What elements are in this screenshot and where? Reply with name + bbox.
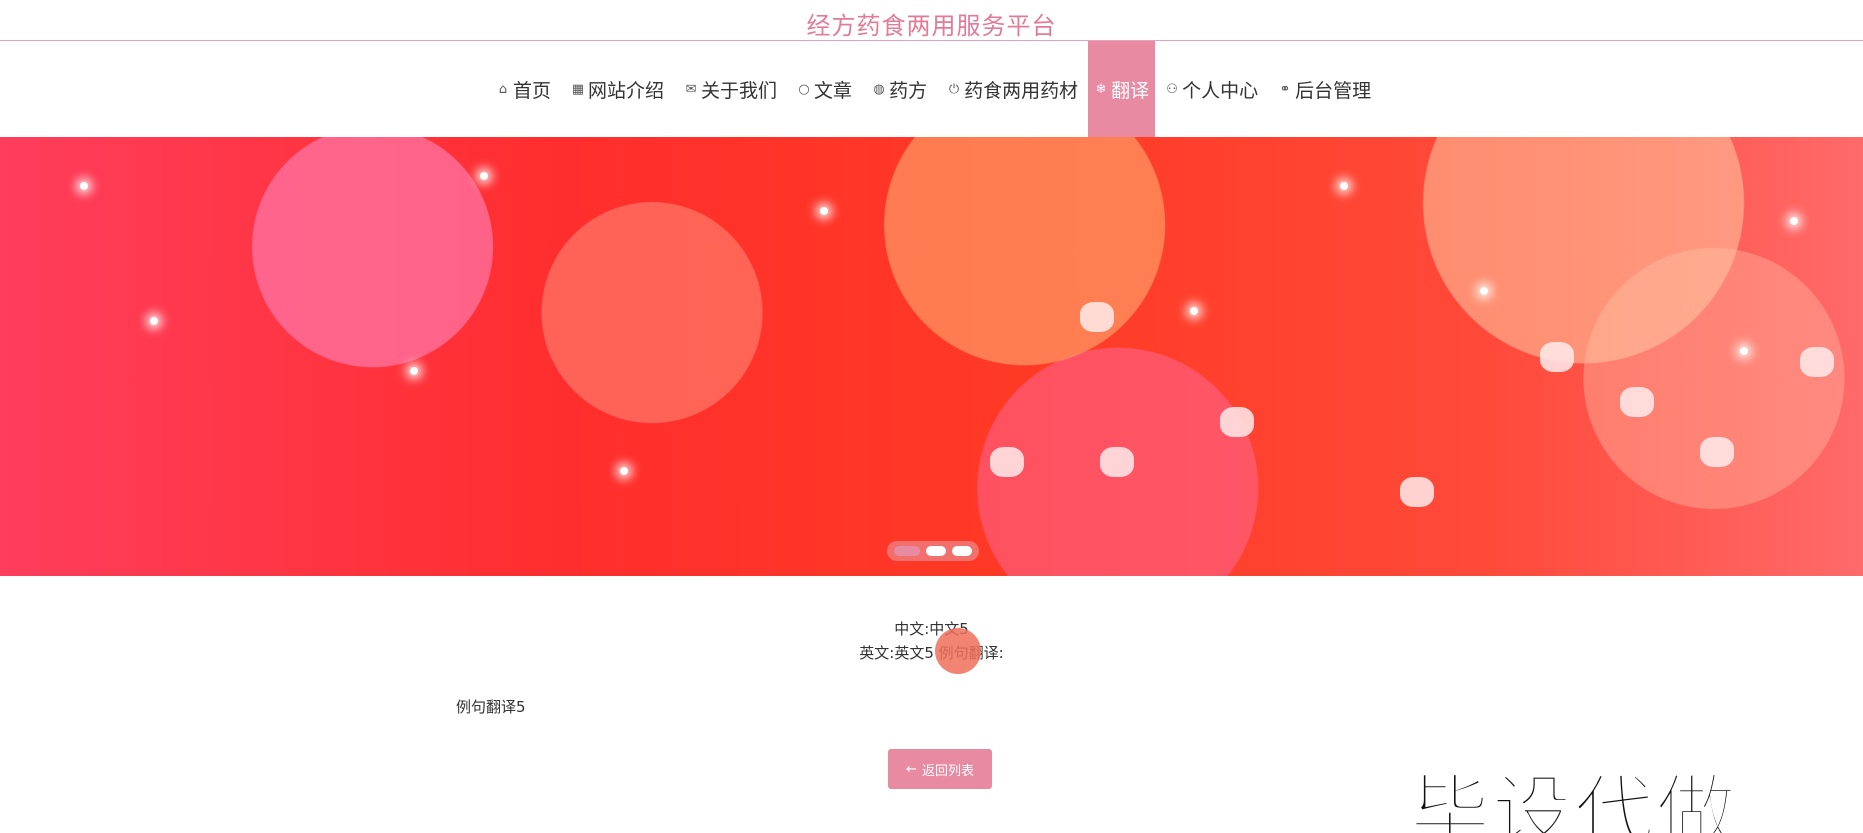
main-nav: ⌂ 首页 ▦ 网站介绍 ✉ 关于我们 ○ 文章 ◍ 药方 ⏻ 药食两用药材 ❄ …: [0, 41, 1863, 137]
bokeh-decoration: [1620, 387, 1654, 417]
nav-item-label: 关于我们: [701, 79, 778, 102]
back-to-list-button[interactable]: ← 返回列表: [888, 749, 992, 789]
user-icon: ⚇: [1166, 81, 1178, 97]
sparkle-decoration: [820, 207, 828, 215]
nav-item-about-us[interactable]: ✉ 关于我们: [674, 41, 787, 137]
globe-icon: ◍: [873, 81, 885, 97]
nav-item-prescriptions[interactable]: ◍ 药方: [862, 41, 937, 137]
back-button-label: 返回列表: [921, 763, 974, 779]
nav-item-label: 翻译: [1111, 79, 1150, 102]
nav-list: ⌂ 首页 ▦ 网站介绍 ✉ 关于我们 ○ 文章 ◍ 药方 ⏻ 药食两用药材 ❄ …: [486, 41, 1381, 137]
home-icon: ⌂: [498, 81, 508, 97]
site-header: 经方药食两用服务平台: [0, 0, 1863, 41]
sparkle-decoration: [1740, 347, 1748, 355]
nav-item-label: 后台管理: [1295, 79, 1372, 102]
bokeh-decoration: [1220, 407, 1254, 437]
chinese-field: 中文:中文5: [894, 620, 969, 638]
sparkle-decoration: [1480, 287, 1488, 295]
sparkle-decoration: [1790, 217, 1798, 225]
watermark-text: 毕设代做: [1409, 765, 1738, 833]
nav-item-label: 首页: [513, 79, 552, 102]
sparkle-decoration: [410, 367, 418, 375]
nav-item-herbs[interactable]: ⏻ 药食两用药材: [937, 41, 1088, 137]
cursor-click-indicator: [935, 628, 981, 674]
sparkle-decoration: [480, 172, 488, 180]
sentence-translation: 例句翻译5: [456, 698, 526, 716]
nav-item-user-center[interactable]: ⚇ 个人中心: [1155, 41, 1268, 137]
bokeh-decoration: [1800, 347, 1834, 377]
banner-carousel: [0, 137, 1863, 576]
arrow-left-icon: ←: [906, 761, 917, 777]
nav-item-label: 个人中心: [1182, 79, 1259, 102]
sparkle-decoration: [1190, 307, 1198, 315]
carousel-dot[interactable]: [926, 546, 946, 556]
nav-item-label: 药食两用药材: [964, 79, 1079, 102]
carousel-dot[interactable]: [894, 546, 920, 556]
nav-item-site-intro[interactable]: ▦ 网站介绍: [561, 41, 674, 137]
nav-item-label: 文章: [814, 79, 853, 102]
bokeh-decoration: [1100, 447, 1134, 477]
nav-item-articles[interactable]: ○ 文章: [787, 41, 862, 137]
nav-item-admin[interactable]: ⚭ 后台管理: [1268, 41, 1381, 137]
link-icon: ⚭: [1279, 81, 1291, 97]
nav-item-label: 药方: [889, 79, 928, 102]
sparkle-decoration: [150, 317, 158, 325]
bokeh-decoration: [990, 447, 1024, 477]
bokeh-decoration: [1400, 477, 1434, 507]
sparkle-decoration: [620, 467, 628, 475]
nav-item-translation[interactable]: ❄ 翻译: [1088, 41, 1156, 137]
snowflake-icon: ❄: [1095, 81, 1107, 97]
english-field: 英文:英文5 例句翻译:: [859, 644, 1004, 662]
site-title: 经方药食两用服务平台: [806, 12, 1057, 40]
nav-item-label: 网站介绍: [588, 79, 665, 102]
sparkle-decoration: [1340, 182, 1348, 190]
nav-item-home[interactable]: ⌂ 首页: [486, 41, 561, 137]
bokeh-decoration: [1540, 342, 1574, 372]
carousel-indicators: [887, 541, 979, 561]
mail-icon: ✉: [685, 81, 697, 97]
sparkle-decoration: [80, 182, 88, 190]
bokeh-decoration: [1700, 437, 1734, 467]
carousel-dot[interactable]: [952, 546, 972, 556]
bokeh-decoration: [1080, 302, 1114, 332]
power-icon: ⏻: [948, 81, 960, 97]
grid-icon: ▦: [571, 81, 585, 97]
circle-icon: ○: [798, 81, 810, 97]
